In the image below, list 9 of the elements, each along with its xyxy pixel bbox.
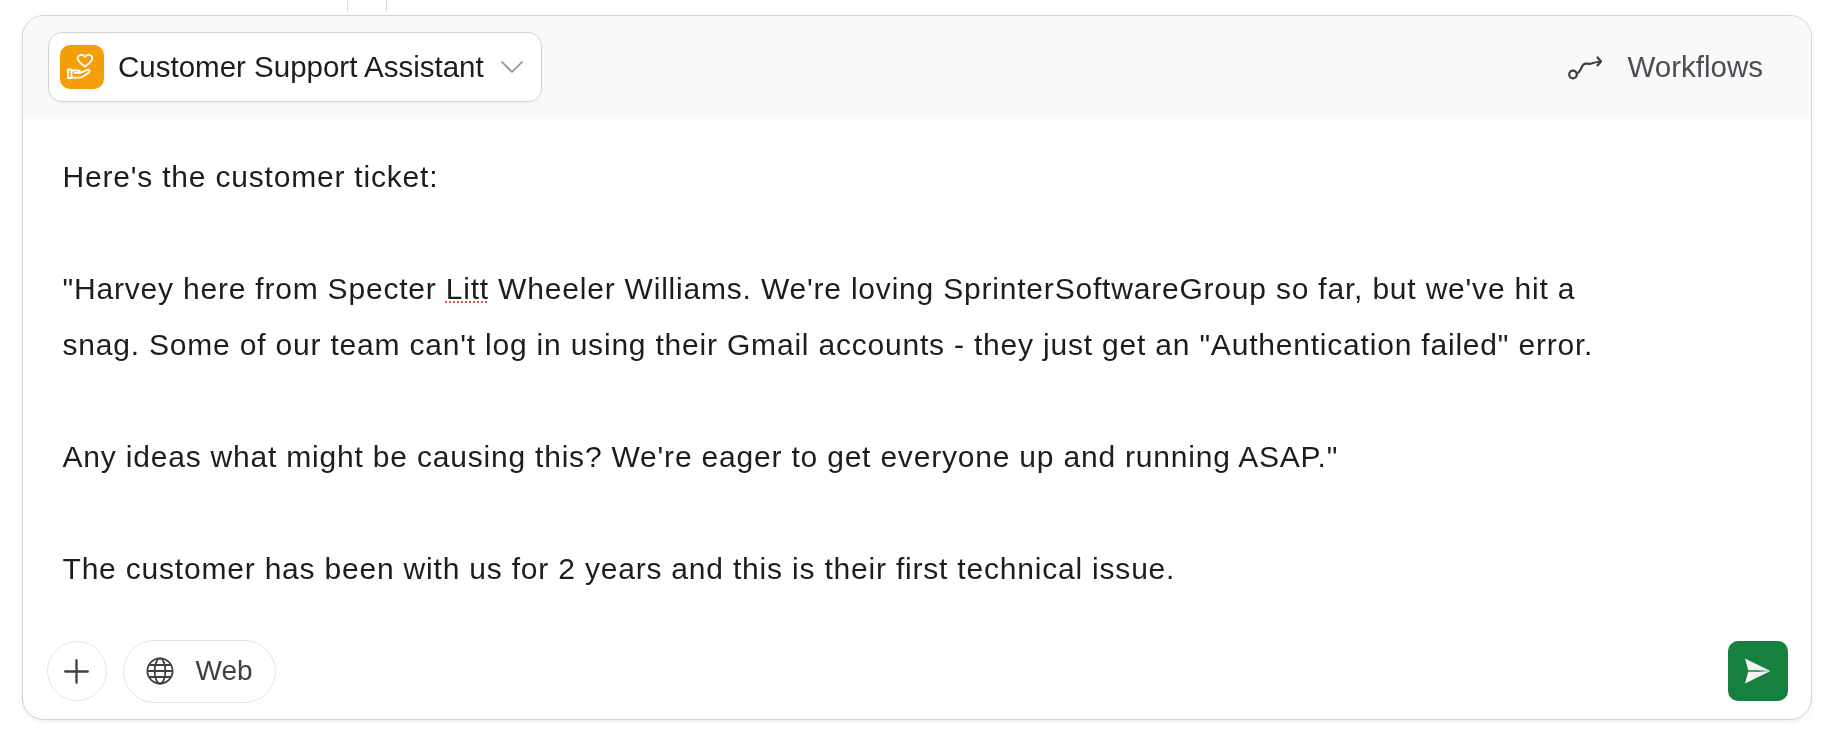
workflows-button[interactable]: Workflows <box>1568 41 1763 94</box>
plus-icon <box>64 658 89 684</box>
message-input[interactable]: Here's the customer ticket: "Harvey here from Specter Litt Wheeler Williams. We're loving SprinterSoftwareGroup so far, but we've hit a snag. Some of our team can't log in using their Gmail accounts - they just get an "Authentication failed" error. Any ideas what might be causing this? We're eager to get everyone up and running ASAP." The customer has been with us for 2 years and this is their first technical issue. <box>23 118 1811 640</box>
globe-icon <box>145 657 174 686</box>
paper-plane-icon <box>1744 658 1771 685</box>
send-button[interactable] <box>1727 641 1788 702</box>
web-search-button[interactable]: Web <box>122 639 277 703</box>
chevron-down-icon <box>500 61 523 74</box>
assistant-selector[interactable]: Customer Support Assistant <box>47 32 543 103</box>
